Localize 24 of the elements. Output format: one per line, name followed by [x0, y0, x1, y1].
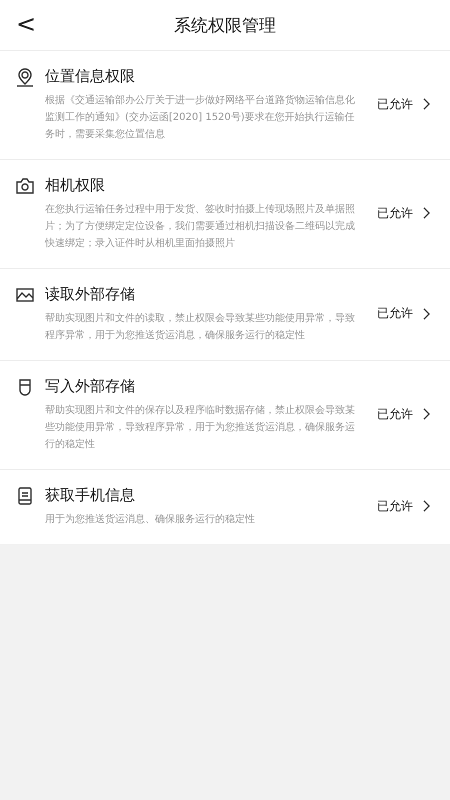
permission-description: 帮助实现图片和文件的读取，禁止权限会导致某些功能使用异常，导致程序异常，用于为您推送货运消息，确保服务运行的稳定性: [45, 312, 355, 343]
camera-icon: [15, 176, 35, 196]
permission-status-link[interactable]: 已允许: [377, 498, 430, 514]
permission-title: 相机权限: [45, 175, 106, 196]
chevron-right-icon: [423, 98, 430, 110]
permission-title: 位置信息权限: [45, 66, 136, 87]
permission-description: 帮助实现图片和文件的保存以及程序临时数据存储，禁止权限会导致某些功能使用异常，导致程序异常，用于为您推送货运消息，确保服务运行的稳定性: [45, 404, 355, 452]
permission-title: 写入外部存储: [45, 376, 136, 397]
permission-status-link[interactable]: 已允许: [377, 96, 430, 112]
permission-title: 获取手机信息: [45, 485, 136, 506]
location-pin-icon: [15, 67, 35, 87]
permission-title: 读取外部存储: [45, 284, 136, 305]
chevron-right-icon: [423, 308, 430, 320]
permission-description: 在您执行运输任务过程中用于发货、签收时拍摄上传现场照片及单据照片；为了方便绑定定位设备，我们需要通过相机扫描设备二维码以完成快速绑定；录入证件时从相机里面拍摄照片: [45, 202, 355, 251]
permission-status-link[interactable]: 已允许: [377, 204, 430, 222]
permission-status-link[interactable]: 已允许: [377, 406, 430, 422]
permission-description: 用于为您推送货运消息、确保服务运行的稳定性: [45, 512, 256, 527]
chevron-right-icon: [423, 500, 430, 512]
chevron-right-icon: [423, 207, 430, 219]
chevron-right-icon: [423, 408, 430, 420]
back-button[interactable]: <: [8, 8, 44, 40]
permission-status-link[interactable]: 已允许: [377, 305, 430, 322]
permission-description: 根据《交通运输部办公厅关于进一步做好网络平台道路货物运输信息化监测工作的通知》(交办运函[2020] 1520号)要求在您开始执行运输任务时，需要采集您位置信息: [45, 94, 355, 142]
page-title: 系统权限管理: [174, 14, 276, 36]
